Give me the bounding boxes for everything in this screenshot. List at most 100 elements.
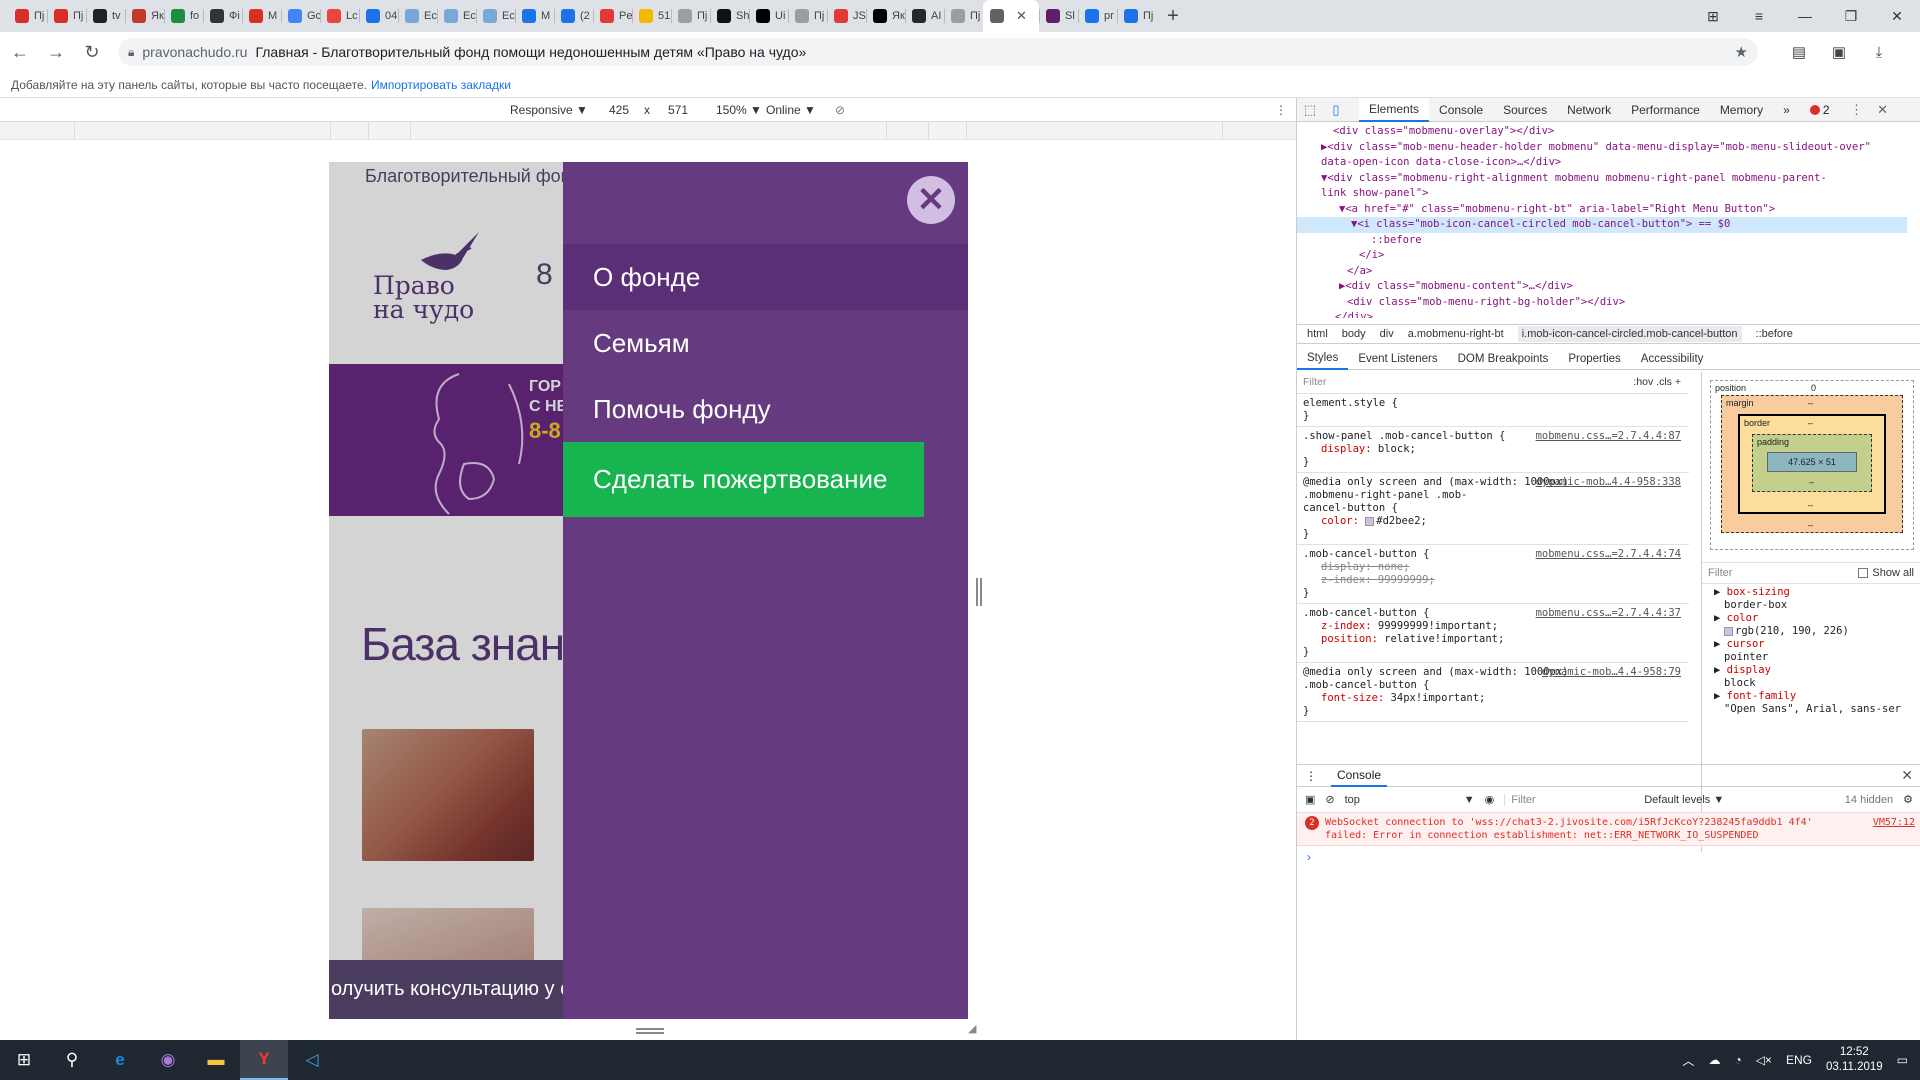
- dom-node[interactable]: link show-panel">: [1297, 186, 1907, 202]
- css-property-value[interactable]: 99999999!important;: [1378, 620, 1498, 632]
- viewport-width-input[interactable]: 425: [609, 103, 629, 117]
- tab-close-icon[interactable]: ✕: [1016, 8, 1027, 24]
- dom-node[interactable]: ▶<div class="mob-menu-header-holder mobm…: [1297, 140, 1907, 156]
- devtools-menu-icon[interactable]: ⋮: [1844, 98, 1870, 122]
- tab[interactable]: Фі: [203, 0, 242, 32]
- ruler-segment[interactable]: [330, 122, 331, 139]
- expand-icon[interactable]: ▶: [1714, 612, 1727, 624]
- viewport-height-input[interactable]: 571: [668, 103, 688, 117]
- media-query-ruler[interactable]: [0, 122, 1296, 140]
- css-property-name[interactable]: z-index:: [1321, 620, 1378, 632]
- tab[interactable]: Ec: [437, 0, 476, 32]
- address-bar[interactable]: 🔒︎ pravonachudo.ru Главная - Благотворит…: [118, 38, 1758, 66]
- tab-active[interactable]: ✕: [983, 0, 1039, 32]
- dom-node[interactable]: <div class="mob-menu-right-bg-holder"></…: [1297, 295, 1907, 311]
- computed-property[interactable]: ▶ cursor pointer: [1702, 638, 1920, 664]
- css-source-link[interactable]: mobmenu.css…=2.7.4.4:74: [1536, 548, 1681, 561]
- tab[interactable]: Як: [866, 0, 905, 32]
- css-property[interactable]: position: relative!important;: [1303, 633, 1683, 646]
- start-icon[interactable]: ⊞: [0, 1040, 48, 1080]
- dom-node[interactable]: ▼<a href="#" class="mobmenu-right-bt" ar…: [1297, 202, 1907, 218]
- css-property-value[interactable]: relative!important;: [1384, 633, 1504, 645]
- expand-icon[interactable]: ▶: [1714, 690, 1727, 702]
- dom-tree[interactable]: <div class="mobmenu-overlay"></div> ▶<div…: [1297, 122, 1907, 318]
- css-property-value[interactable]: none;: [1378, 561, 1410, 573]
- breadcrumb-item[interactable]: html: [1307, 328, 1328, 340]
- css-rule[interactable]: .mob-cancel-button {mobmenu.css…=2.7.4.4…: [1297, 545, 1689, 604]
- console-filter-input[interactable]: Filter: [1504, 793, 1634, 806]
- show-all-checkbox[interactable]: Show all: [1858, 567, 1914, 579]
- extension-icon[interactable]: ▣: [1828, 41, 1850, 63]
- log-levels-select[interactable]: Default levels ▼: [1644, 794, 1724, 806]
- computed-property[interactable]: ▶ color rgb(210, 190, 226): [1702, 612, 1920, 638]
- viber-icon[interactable]: ◉: [144, 1040, 192, 1080]
- inspect-element-icon[interactable]: ⬚: [1297, 98, 1323, 122]
- styles-subtab[interactable]: Accessibility: [1631, 348, 1714, 370]
- network-throttle-select[interactable]: Online ▼: [766, 103, 816, 117]
- browser-menu-icon[interactable]: ≡: [1736, 0, 1782, 32]
- new-tab-button[interactable]: +: [1156, 0, 1190, 32]
- dom-node[interactable]: </div>: [1297, 310, 1907, 318]
- breadcrumb-item[interactable]: i.mob-icon-cancel-circled.mob-cancel-but…: [1517, 326, 1742, 342]
- menu-item-help-fund[interactable]: Помочь фонду: [563, 376, 968, 442]
- live-expression-icon[interactable]: ◉: [1485, 793, 1495, 806]
- language-indicator[interactable]: ENG: [1786, 1053, 1812, 1067]
- breadcrumb-item[interactable]: body: [1342, 328, 1366, 340]
- device-toggle-icon[interactable]: ▯: [1323, 98, 1349, 122]
- tab[interactable]: pr: [1078, 0, 1117, 32]
- tab[interactable]: Gc: [281, 0, 320, 32]
- close-window-button[interactable]: ✕: [1874, 0, 1920, 32]
- back-icon[interactable]: ←: [4, 36, 36, 68]
- dom-node[interactable]: <div class="mobmenu-overlay"></div>: [1297, 124, 1907, 140]
- breadcrumb-item[interactable]: div: [1380, 328, 1394, 340]
- css-property-name[interactable]: z-index:: [1321, 574, 1378, 586]
- css-source-link[interactable]: mobmenu.css…=2.7.4.4:87: [1536, 430, 1681, 443]
- css-rule[interactable]: @media only screen and (max-width: 1000p…: [1297, 663, 1689, 722]
- tab[interactable]: Ec: [476, 0, 515, 32]
- wifi-icon[interactable]: ◔: [1734, 1053, 1741, 1067]
- tab[interactable]: JS: [827, 0, 866, 32]
- device-more-icon[interactable]: ⋮: [1275, 103, 1287, 117]
- tab[interactable]: (2: [554, 0, 593, 32]
- css-rule[interactable]: .mob-cancel-button {mobmenu.css…=2.7.4.4…: [1297, 604, 1689, 663]
- import-bookmarks-link[interactable]: Импортировать закладки: [371, 78, 511, 92]
- tab[interactable]: Як: [125, 0, 164, 32]
- minimize-button[interactable]: —: [1782, 0, 1828, 32]
- tab[interactable]: fo: [164, 0, 203, 32]
- tab[interactable]: AI: [905, 0, 944, 32]
- console-settings-icon[interactable]: ⚙: [1903, 793, 1913, 806]
- edge-icon[interactable]: e: [96, 1040, 144, 1080]
- computed-property[interactable]: ▶ font-family "Open Sans", Arial, sans-se…: [1702, 690, 1920, 716]
- css-property-value[interactable]: 34px!important;: [1391, 692, 1486, 704]
- styles-subtab[interactable]: Event Listeners: [1348, 348, 1447, 370]
- ruler-segment[interactable]: [1222, 122, 1223, 139]
- viewport-resize-handle-bottom[interactable]: [636, 1028, 664, 1034]
- styles-subtab[interactable]: Styles: [1297, 348, 1349, 370]
- ruler-segment[interactable]: [410, 122, 411, 139]
- css-property-name[interactable]: display:: [1321, 561, 1378, 573]
- ruler-segment[interactable]: [966, 122, 967, 139]
- context-select[interactable]: top ▼: [1345, 794, 1475, 806]
- forward-icon[interactable]: →: [40, 36, 72, 68]
- expand-icon[interactable]: ▶: [1714, 586, 1727, 598]
- rotate-icon[interactable]: ⊘: [835, 103, 845, 117]
- search-icon[interactable]: ⚲: [48, 1040, 96, 1080]
- onedrive-icon[interactable]: ☁: [1708, 1053, 1720, 1067]
- devtools-close-icon[interactable]: ✕: [1870, 98, 1896, 122]
- computed-property[interactable]: ▶ display block: [1702, 664, 1920, 690]
- css-rule[interactable]: @media only screen and (max-width: 1000p…: [1297, 473, 1689, 545]
- css-source-link[interactable]: dynamic-mob…4.4-958:338: [1536, 476, 1681, 489]
- css-rule[interactable]: element.style {}: [1297, 394, 1689, 427]
- console-error-message[interactable]: 2 WebSocket connection to 'wss://chat3-2…: [1297, 813, 1920, 846]
- styles-subtab[interactable]: DOM Breakpoints: [1448, 348, 1559, 370]
- tab[interactable]: M: [242, 0, 281, 32]
- restore-button[interactable]: ❐: [1828, 0, 1874, 32]
- dom-node[interactable]: ▼<div class="mobmenu-right-alignment mob…: [1297, 171, 1907, 187]
- tray-expand-icon[interactable]: ︿: [1682, 1052, 1694, 1069]
- tab-search-icon[interactable]: ⊞: [1690, 0, 1736, 32]
- css-property-name[interactable]: color:: [1321, 515, 1365, 527]
- breadcrumb-item[interactable]: a.mobmenu-right-bt: [1408, 328, 1504, 340]
- error-source-link[interactable]: VM57:12: [1873, 816, 1915, 829]
- device-mode-select[interactable]: Responsive ▼: [510, 103, 588, 117]
- css-property[interactable]: font-size: 34px!important;: [1303, 692, 1683, 705]
